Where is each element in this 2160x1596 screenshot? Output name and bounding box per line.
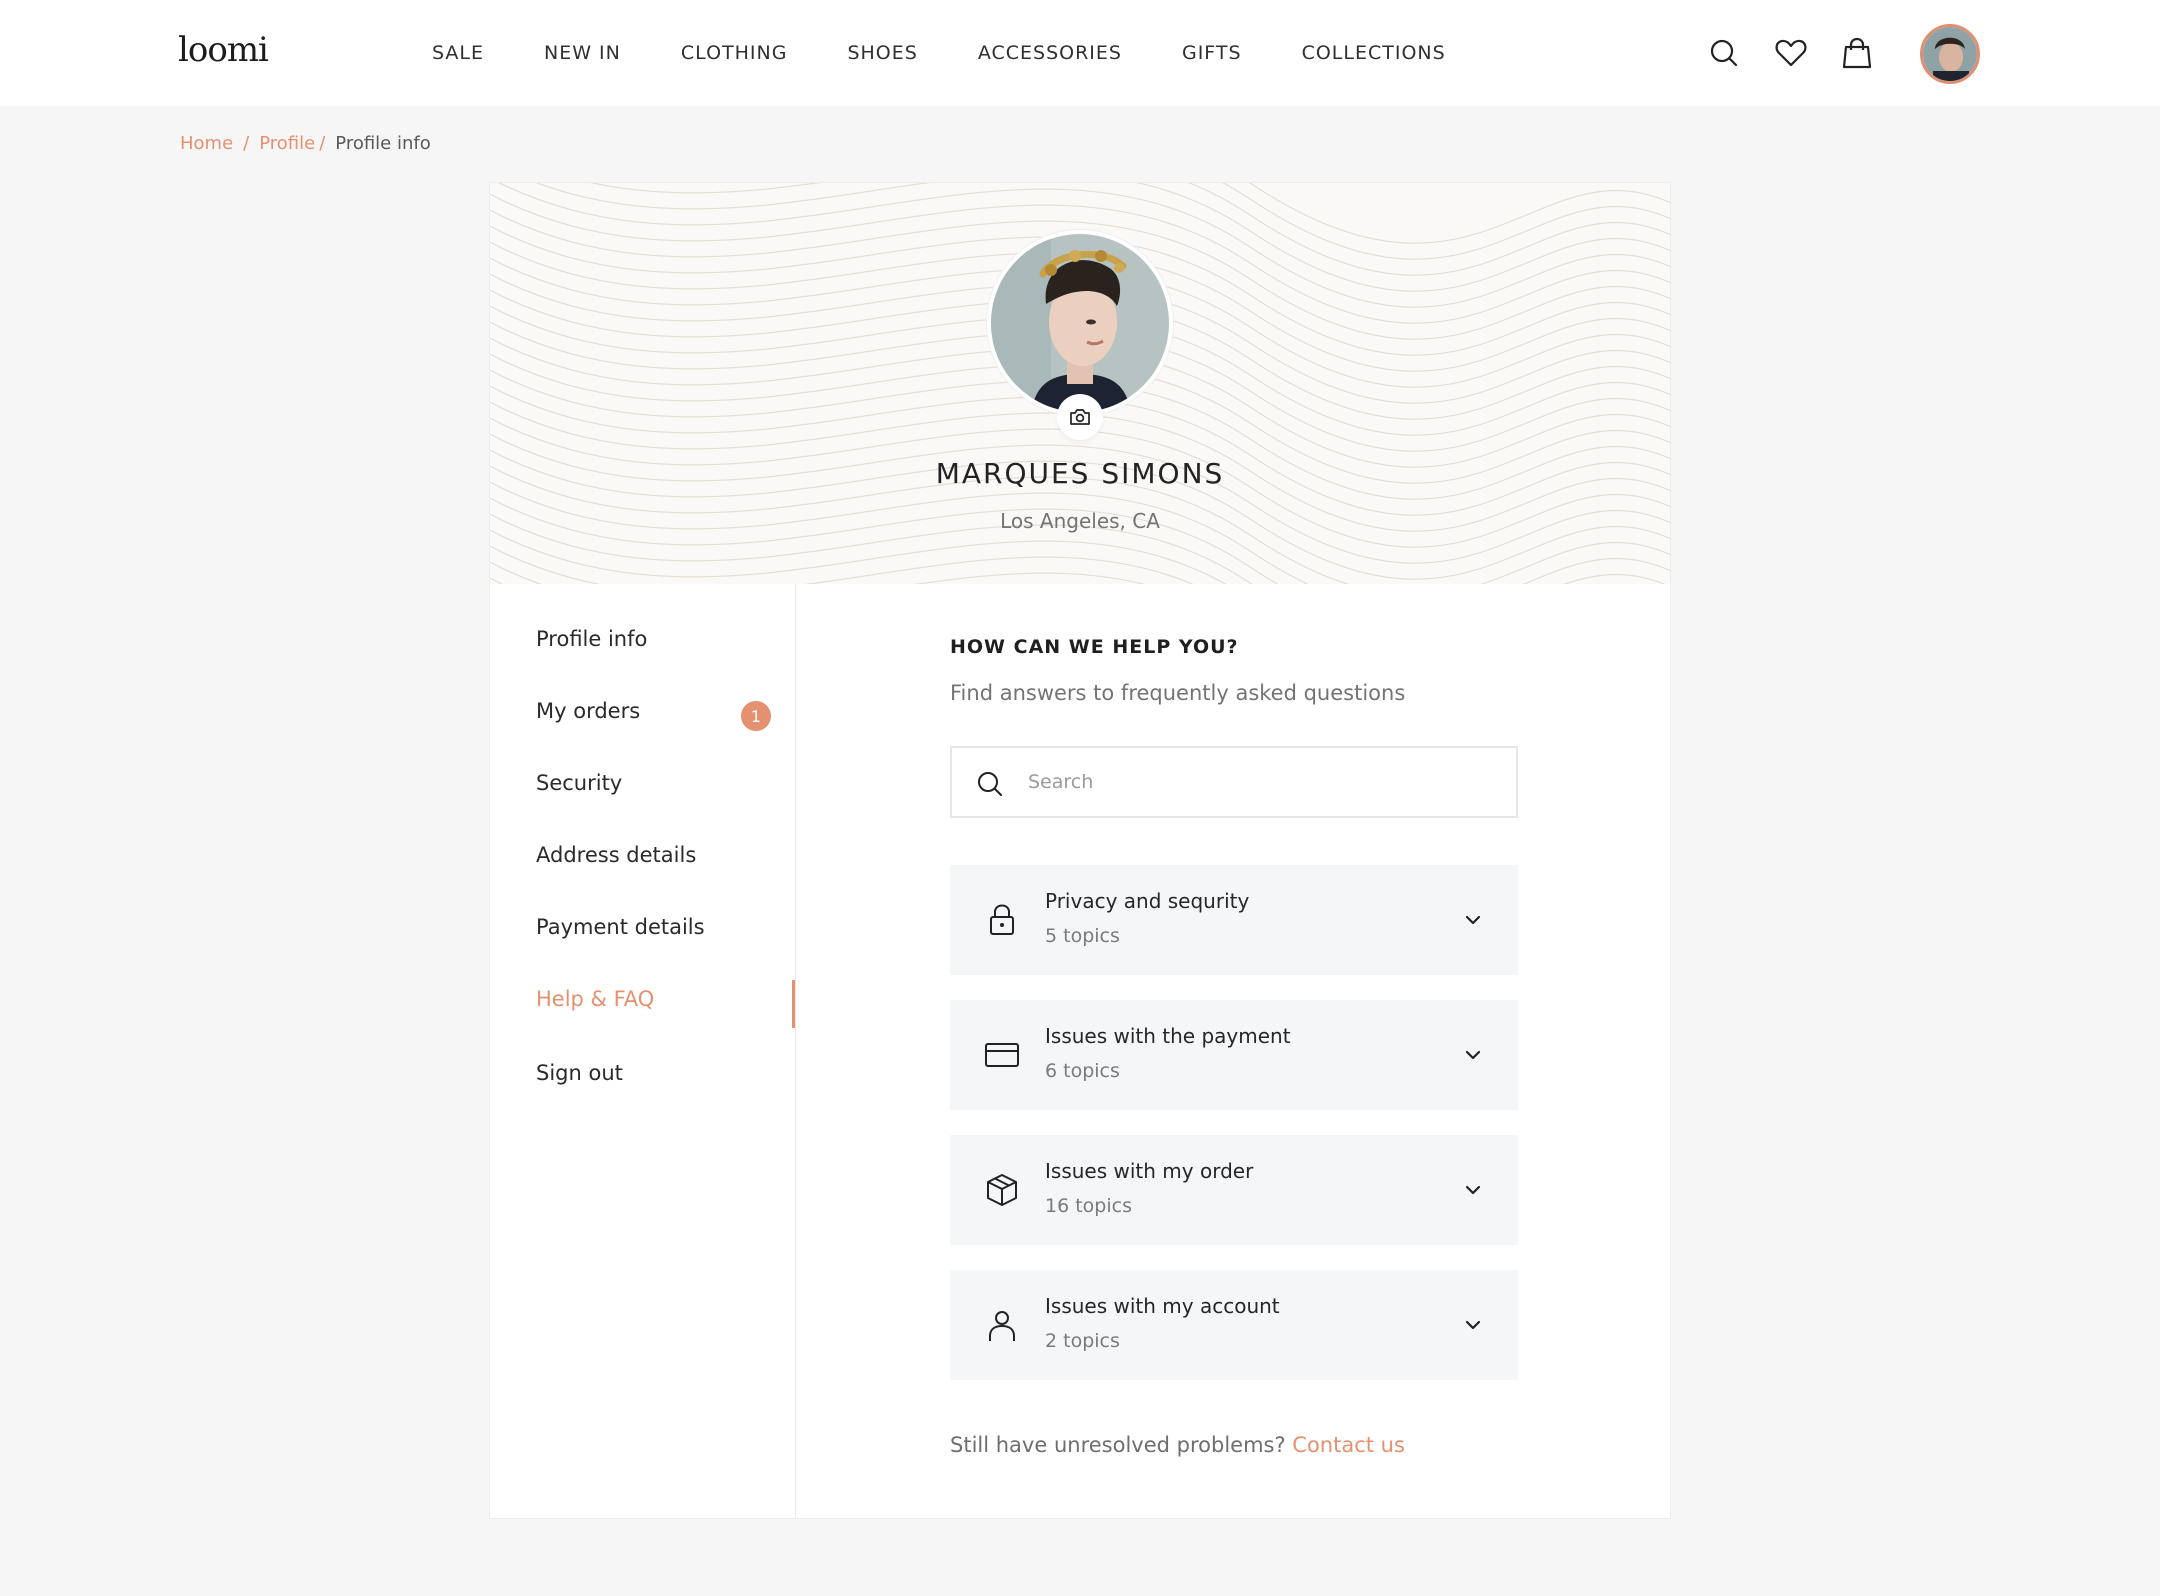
wave-line [490,497,1666,584]
nav-sale[interactable]: SALE [432,42,484,64]
faq-subtitle: Find answers to frequently asked questio… [950,681,1406,705]
breadcrumb-current: Profile info [335,133,431,154]
user-icon [989,1311,1015,1341]
wave-line [490,561,1145,584]
sidebar-item-security[interactable]: Security [536,771,622,795]
chevron-down-icon [1465,915,1481,925]
chevron-down-icon [1465,1185,1481,1195]
search-icon [978,772,1002,796]
search-icon[interactable] [1707,36,1741,70]
nav-gifts[interactable]: GIFTS [1182,42,1242,64]
faq-topic-account[interactable]: Issues with my account 2 topics [950,1270,1518,1380]
faq-search-box [950,746,1518,818]
logo[interactable]: loomi [178,30,269,70]
heart-icon[interactable] [1774,36,1808,70]
lock-icon [990,904,1014,935]
top-navigation-bar: loomi SALE NEW IN CLOTHING SHOES ACCESSO… [0,0,2160,106]
topic-count: 16 topics [1045,1195,1132,1217]
topic-title: Issues with my account [1045,1294,1280,1318]
sidebar-item-address-details[interactable]: Address details [536,843,696,867]
faq-title: HOW CAN WE HELP YOU? [950,636,1239,658]
profile-location: Los Angeles, CA [1000,509,1160,533]
avatar[interactable] [1920,24,1980,84]
breadcrumb-separator: / [243,133,250,154]
camera-icon [1070,409,1090,425]
topic-count: 6 topics [1045,1060,1120,1082]
sidebar-item-profile-info[interactable]: Profile info [536,627,647,651]
nav-new-in[interactable]: NEW IN [544,42,621,64]
nav-shoes[interactable]: SHOES [847,42,917,64]
topic-title: Privacy and sequrity [1045,889,1250,913]
sidebar-item-payment-details[interactable]: Payment details [536,915,705,939]
sidebar-item-sign-out[interactable]: Sign out [536,1061,623,1085]
contact-us-link[interactable]: Contact us [1292,1433,1405,1457]
box-icon [987,1174,1017,1206]
topic-count: 2 topics [1045,1330,1120,1352]
sidebar-item-my-orders[interactable]: My orders [536,699,640,723]
sidebar-item-help-faq[interactable]: Help & FAQ [536,987,654,1011]
unresolved-problems-note: Still have unresolved problems? Contact … [950,1433,1405,1457]
faq-search-input[interactable] [1028,762,1498,802]
nav-accessories[interactable]: ACCESSORIES [978,42,1122,64]
topic-count: 5 topics [1045,925,1120,947]
topic-title: Issues with my order [1045,1159,1254,1183]
faq-topic-privacy[interactable]: Privacy and sequrity 5 topics [950,865,1518,975]
nav-collections[interactable]: COLLECTIONS [1302,42,1446,64]
breadcrumb-profile[interactable]: Profile [259,133,315,154]
footer-text: Still have unresolved problems? [950,1433,1293,1457]
active-indicator [792,980,795,1028]
topic-title: Issues with the payment [1045,1024,1291,1048]
breadcrumb: Home / Profile / Profile info [180,133,431,154]
faq-topic-order[interactable]: Issues with my order 16 topics [950,1135,1518,1245]
profile-card: MARQUES SIMONS Los Angeles, CA Profile i… [489,182,1671,1519]
credit-card-icon [985,1043,1019,1067]
shopping-bag-icon[interactable] [1840,36,1874,70]
profile-photo [987,230,1173,416]
profile-name: MARQUES SIMONS [935,457,1225,490]
chevron-down-icon [1465,1050,1481,1060]
profile-sidebar: Profile info My orders 1 Security Addres… [490,584,796,1518]
main-nav: SALE NEW IN CLOTHING SHOES ACCESSORIES G… [432,0,1446,106]
breadcrumb-home[interactable]: Home [180,133,233,154]
chevron-down-icon [1465,1320,1481,1330]
breadcrumb-separator: / [319,133,326,154]
nav-clothing[interactable]: CLOTHING [681,42,788,64]
profile-cover: MARQUES SIMONS Los Angeles, CA [490,183,1670,584]
faq-topic-payment[interactable]: Issues with the payment 6 topics [950,1000,1518,1110]
change-photo-button[interactable] [1057,394,1103,440]
wave-line [490,577,504,584]
orders-count-badge: 1 [741,701,771,731]
